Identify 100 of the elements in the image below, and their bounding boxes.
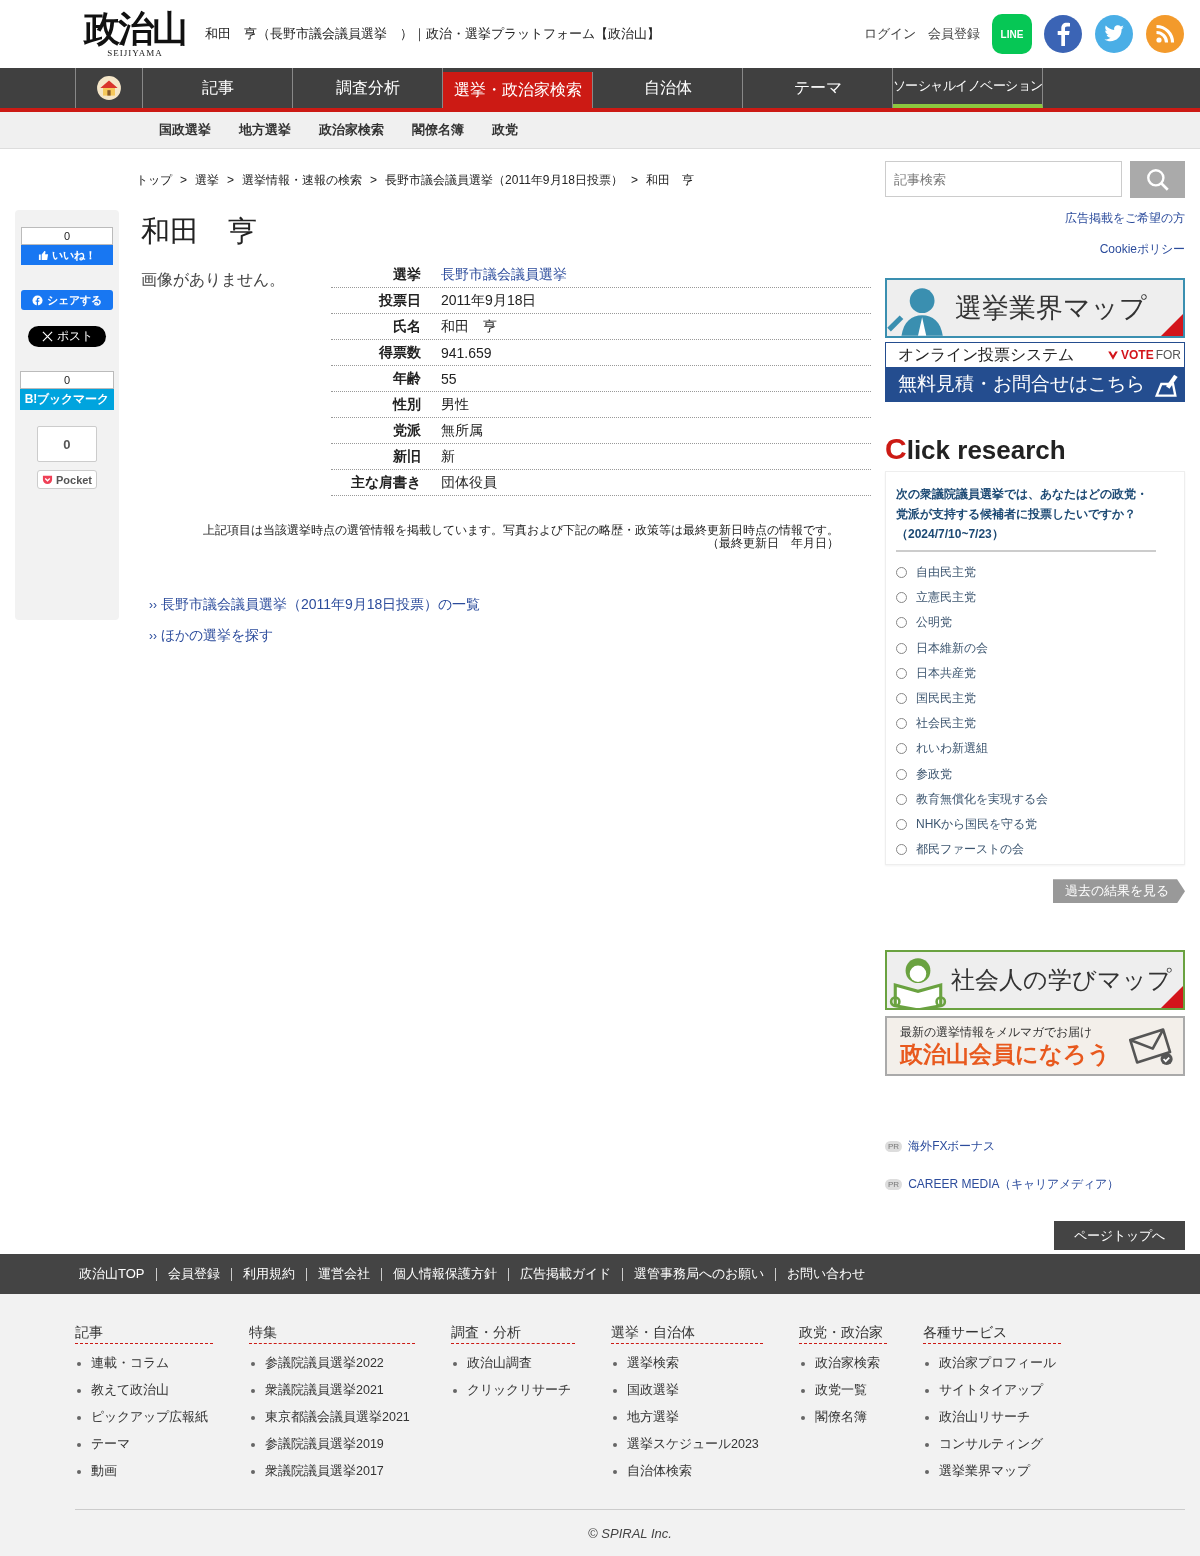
footer-link[interactable]: 利用規約 (242, 1265, 295, 1283)
field-label: 新旧 (392, 447, 422, 466)
footer-item[interactable]: 政治山調査 (467, 1355, 532, 1372)
site-logo[interactable]: 政治山 SEIJIYAMA (75, 10, 195, 58)
footer-item[interactable]: 選挙スケジュール2023 (627, 1436, 759, 1453)
vote-banner[interactable]: オンライン投票システム VOTE FOR 無料見積・お問合せはこちら (885, 342, 1185, 402)
poll-option[interactable]: 社会民主党 (896, 711, 1156, 737)
subnav-link[interactable]: 閣僚名簿 (412, 121, 464, 139)
footer-item[interactable]: 政治家検索 (815, 1355, 880, 1372)
poll-option[interactable]: れいわ新選組 (896, 736, 1156, 762)
footer-item[interactable]: ピックアップ広報紙 (91, 1409, 208, 1426)
field-label: 性別 (391, 395, 422, 414)
bird-icon[interactable] (1094, 14, 1134, 54)
footer-heading: 記事 (75, 1324, 213, 1344)
header-link[interactable]: 会員登録 (928, 25, 980, 43)
footer-item[interactable]: 政治山リサーチ (939, 1409, 1030, 1426)
poll-option[interactable]: 国民民主党 (896, 685, 1156, 712)
footer-item[interactable]: 地方選挙 (627, 1409, 679, 1426)
poll-question: 次の衆議院議員選挙では、あなたはどの政党・党派が支持する候補者に投票したいですか？ (896, 486, 1149, 523)
sidebar-link[interactable]: Cookieポリシー (1099, 241, 1185, 258)
list-link[interactable]: ›› 長野市議会議員選挙（2011年9月18日投票）の一覧 (141, 596, 875, 614)
nav-tab[interactable]: 自治体 (593, 68, 743, 108)
subnav-link[interactable]: 地方選挙 (239, 121, 291, 139)
field-value: 無所属 (441, 421, 483, 440)
footer-link[interactable]: 会員登録 (167, 1265, 220, 1283)
poll-option[interactable]: 立憲民主党 (896, 585, 1156, 611)
post-button[interactable]: ポスト (28, 326, 106, 347)
footer-link[interactable]: 運営会社 (317, 1265, 370, 1283)
footer-item[interactable]: 動画 (91, 1463, 117, 1480)
footer-item[interactable]: 政党一覧 (815, 1382, 867, 1399)
pocket-button[interactable]: Pocket (36, 470, 98, 489)
footer-heading: 各種サービス (923, 1324, 1061, 1344)
facebook-icon[interactable] (1043, 14, 1083, 54)
nav-tab[interactable]: テーマ (743, 68, 893, 108)
brand-text: VOTE (1121, 348, 1154, 362)
breadcrumb-link[interactable]: 長野市議会議員選挙（2011年9月18日投票） (385, 171, 623, 189)
nav-tab[interactable]: 記事 (143, 68, 293, 108)
footer-item[interactable]: 連載・コラム (91, 1355, 169, 1372)
footer-item[interactable]: 選挙業界マップ (939, 1463, 1030, 1480)
election-map-banner[interactable]: 選挙業界マップ (885, 278, 1185, 338)
footer-item[interactable]: テーマ (91, 1436, 130, 1453)
house-icon (96, 75, 122, 101)
footer-link[interactable]: 個人情報保護方針 (392, 1265, 497, 1283)
search-button[interactable] (1130, 161, 1185, 198)
sidebar-link[interactable]: 広告掲載をご希望の方 (1065, 210, 1185, 227)
footer-item[interactable]: 自治体検索 (627, 1463, 692, 1480)
footer-link[interactable]: 政治山TOP (79, 1265, 145, 1283)
subnav-link[interactable]: 政党 (492, 121, 518, 139)
subnav-link[interactable]: 政治家検索 (319, 121, 384, 139)
footer-item[interactable]: 閣僚名簿 (815, 1409, 867, 1426)
footer-link[interactable]: お問い合わせ (786, 1265, 865, 1283)
footer-link[interactable]: 選管事務局へのお願い (633, 1265, 764, 1283)
breadcrumb-link[interactable]: 選挙情報・速報の検索 (242, 171, 363, 189)
search-field[interactable]: 記事検索 (885, 161, 1122, 197)
membership-banner[interactable]: 最新の選挙情報をメルマガでお届け 政治山会員になろう (885, 1016, 1185, 1077)
field-value: 男性 (441, 395, 469, 414)
list-link[interactable]: ›› ほかの選挙を探す (141, 627, 875, 645)
footer-item[interactable]: 参議院議員選挙2019 (265, 1436, 384, 1453)
footer-item[interactable]: 衆議院議員選挙2017 (265, 1463, 384, 1480)
poll-option[interactable]: 自由民主党 (896, 560, 1156, 586)
nav-tab[interactable]: 選挙・政治家検索 (443, 72, 593, 108)
footer-item[interactable]: 選挙検索 (627, 1355, 679, 1372)
footer-item[interactable]: 衆議院議員選挙2021 (265, 1382, 384, 1399)
breadcrumb-link[interactable]: トップ (136, 171, 172, 189)
footer-link[interactable]: 広告掲載ガイド (519, 1265, 611, 1283)
election-link[interactable]: 長野市議会議員選挙 (441, 265, 567, 284)
share-button[interactable]: シェアする (21, 290, 113, 310)
banner-text: 政治山会員になろう (900, 1040, 1111, 1069)
rss-icon[interactable] (1145, 14, 1185, 54)
footer-item[interactable]: 国政選挙 (627, 1382, 679, 1399)
pr-link[interactable]: PR 海外FXボーナス (885, 1138, 1185, 1156)
poll-option[interactable]: 日本共産党 (896, 660, 1156, 686)
footer-heading: 特集 (249, 1324, 415, 1344)
footer-item[interactable]: コンサルティング (939, 1436, 1043, 1453)
poll-option[interactable]: 教育無償化を実現する会 (896, 786, 1156, 812)
breadcrumb-separator: > (370, 173, 378, 187)
footer-item[interactable]: クリックリサーチ (467, 1382, 571, 1399)
footer-item[interactable]: サイトタイアップ (939, 1382, 1043, 1399)
poll-option[interactable]: 公明党 (896, 610, 1156, 636)
no-image-text: 画像がありません。 (141, 270, 286, 290)
footer-item[interactable]: 教えて政治山 (91, 1382, 169, 1399)
nav-tab[interactable]: ソーシャルイノベーション (893, 68, 1043, 108)
updated-date: （最終更新日 年月日） (707, 537, 839, 550)
poll-option[interactable]: 日本維新の会 (896, 635, 1156, 661)
header-link[interactable]: ログイン (864, 25, 916, 43)
field-label: 党派 (392, 421, 422, 440)
poll-option[interactable]: 参政党 (896, 761, 1156, 787)
like-button[interactable]: いいね！ (21, 245, 113, 265)
poll-option[interactable]: 都民ファーストの会 (896, 837, 1156, 863)
learning-map-banner[interactable]: 社会人の学びマップ (885, 950, 1185, 1011)
poll-option[interactable]: NHKから国民を守る党 (896, 811, 1156, 838)
field-label: 主な肩書き (350, 473, 422, 492)
pr-link[interactable]: PR CAREER MEDIA（キャリアメディア） (885, 1176, 1185, 1194)
field-value: 新 (441, 447, 455, 466)
breadcrumb-link[interactable]: 選挙 (195, 171, 219, 189)
footer-item[interactable]: 参議院議員選挙2022 (265, 1355, 384, 1372)
footer-item[interactable]: 政治家プロフィール (939, 1355, 1056, 1372)
subnav-link[interactable]: 国政選挙 (159, 121, 211, 139)
page-top-button[interactable]: ページトップへ (1054, 1221, 1185, 1251)
footer-item[interactable]: 東京都議会議員選挙2021 (265, 1409, 410, 1426)
